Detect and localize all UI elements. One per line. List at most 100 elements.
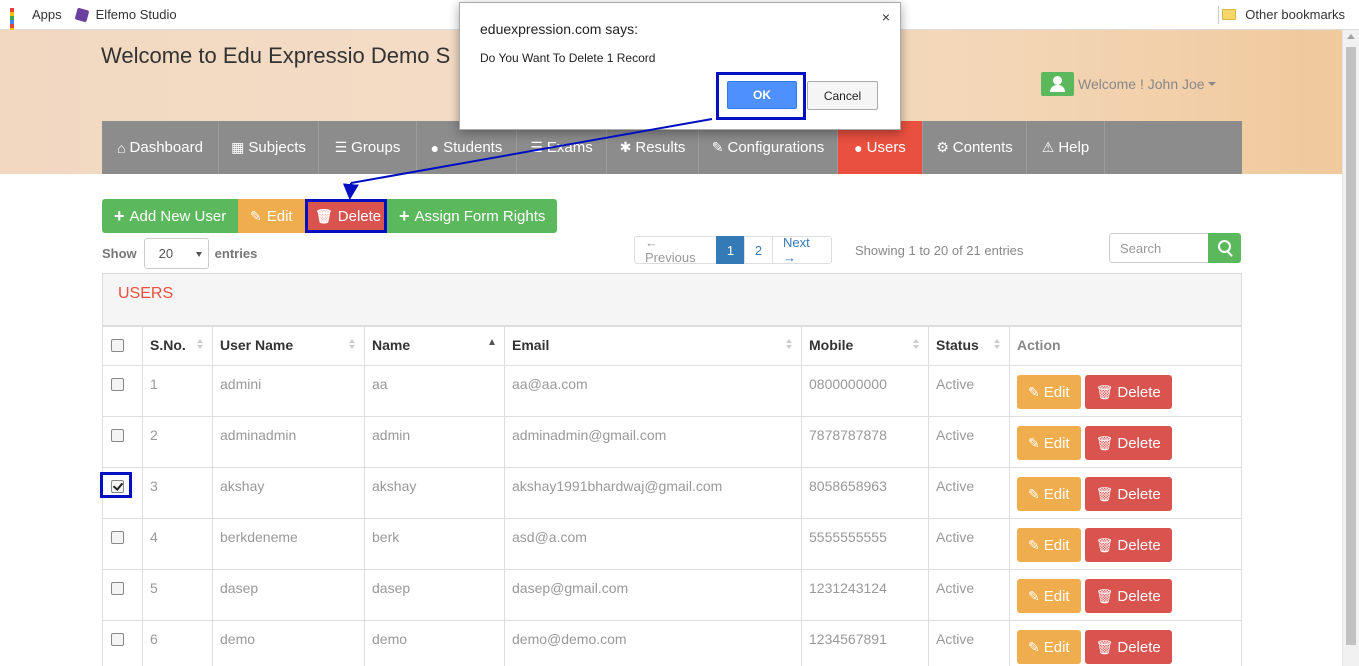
pagination-page-2[interactable]: 2 bbox=[744, 236, 773, 264]
close-icon[interactable]: × bbox=[882, 9, 890, 25]
sort-ascending-icon bbox=[489, 339, 495, 347]
cell-mobile: 7878787878 bbox=[801, 416, 929, 468]
trash-icon: 🗑 bbox=[1095, 383, 1114, 400]
edit-button[interactable]: ✎ Edit bbox=[238, 199, 305, 233]
column-header-sno[interactable]: S.No. bbox=[142, 326, 213, 366]
search-button[interactable] bbox=[1208, 233, 1241, 263]
bookmark-elfemo[interactable]: Elfemo Studio bbox=[74, 7, 177, 22]
list-icon: ☰ bbox=[334, 139, 348, 155]
ok-button[interactable]: OK bbox=[727, 81, 797, 109]
other-bookmarks[interactable]: Other bookmarks bbox=[1222, 7, 1345, 22]
user-icon: ● bbox=[430, 139, 440, 156]
bookmark-label: Apps bbox=[32, 7, 62, 22]
cell-name: berk bbox=[364, 518, 505, 570]
nav-help[interactable]: ⚠ Help bbox=[1027, 121, 1105, 174]
row-delete-button[interactable]: 🗑 Delete bbox=[1084, 375, 1172, 409]
assign-form-rights-button[interactable]: + Assign Form Rights bbox=[387, 199, 557, 233]
table-row: 2 adminadmin admin adminadmin@gmail.com 7878… bbox=[102, 416, 1242, 468]
row-edit-button[interactable]: ✎ Edit bbox=[1017, 528, 1081, 562]
nav-subjects[interactable]: ▦ Subjects bbox=[219, 121, 319, 174]
column-label: Status bbox=[936, 337, 979, 353]
row-checkbox[interactable] bbox=[111, 633, 124, 646]
row-delete-button[interactable]: 🗑 Delete bbox=[1084, 579, 1172, 613]
nav-groups[interactable]: ☰ Groups bbox=[319, 121, 417, 174]
row-checkbox[interactable] bbox=[111, 531, 124, 544]
column-label: Mobile bbox=[809, 337, 854, 353]
delete-button[interactable]: 🗑 Delete bbox=[305, 199, 387, 233]
scroll-up-arrow-icon[interactable] bbox=[1347, 34, 1355, 39]
row-checkbox[interactable] bbox=[111, 429, 124, 442]
row-delete-button[interactable]: 🗑 Delete bbox=[1084, 426, 1172, 460]
user-menu[interactable]: Welcome ! John Joe bbox=[1041, 72, 1216, 96]
row-edit-button[interactable]: ✎ Edit bbox=[1017, 630, 1081, 664]
cell-actions: ✎ Edit 🗑 Delete bbox=[1009, 365, 1242, 417]
page-scrollbar[interactable] bbox=[1342, 30, 1359, 666]
select-all-checkbox[interactable] bbox=[111, 339, 124, 352]
cell-email: adminadmin@gmail.com bbox=[504, 416, 802, 468]
edit-icon: ✎ bbox=[1028, 485, 1040, 502]
nav-label: Contents bbox=[952, 139, 1013, 156]
row-delete-button[interactable]: 🗑 Delete bbox=[1084, 477, 1172, 511]
cell-actions: ✎ Edit 🗑 Delete bbox=[1009, 569, 1242, 621]
row-edit-button[interactable]: ✎ Edit bbox=[1017, 579, 1081, 613]
row-delete-button[interactable]: 🗑 Delete bbox=[1084, 528, 1172, 562]
row-edit-button[interactable]: ✎ Edit bbox=[1017, 375, 1081, 409]
cell-status: Active bbox=[928, 518, 1010, 570]
row-select-cell bbox=[102, 416, 143, 468]
button-label: Edit bbox=[1043, 638, 1070, 656]
cell-username: berkdeneme bbox=[212, 518, 365, 570]
add-user-button[interactable]: + Add New User bbox=[102, 199, 238, 233]
cell-status: Active bbox=[928, 569, 1010, 621]
column-header-username[interactable]: User Name bbox=[212, 326, 365, 366]
pagination-page-1[interactable]: 1 bbox=[716, 236, 745, 264]
cell-username: admini bbox=[212, 365, 365, 417]
warning-icon: ⚠ bbox=[1041, 139, 1055, 155]
row-checkbox[interactable] bbox=[111, 582, 124, 595]
home-icon: ⌂ bbox=[117, 139, 126, 156]
panel-title: USERS bbox=[103, 274, 1241, 326]
button-label: Edit bbox=[266, 207, 293, 225]
pagination-next[interactable]: Next → bbox=[772, 235, 832, 265]
row-edit-button[interactable]: ✎ Edit bbox=[1017, 477, 1081, 511]
trash-icon: 🗑 bbox=[1095, 434, 1114, 451]
button-label: Add New User bbox=[129, 207, 227, 225]
search-input[interactable]: Search bbox=[1109, 233, 1209, 263]
column-header-name[interactable]: Name bbox=[364, 326, 505, 366]
trash-icon: 🗑 bbox=[1095, 485, 1114, 502]
bookmarks-divider bbox=[1218, 6, 1219, 24]
nav-label: Configurations bbox=[727, 139, 825, 156]
column-label: Email bbox=[512, 337, 550, 353]
row-checkbox[interactable] bbox=[111, 378, 124, 391]
cell-sno: 2 bbox=[142, 416, 213, 468]
user-avatar-icon bbox=[1041, 72, 1074, 96]
cell-sno: 5 bbox=[142, 569, 213, 621]
edit-icon: ✎ bbox=[1028, 638, 1040, 655]
nav-dashboard[interactable]: ⌂ Dashboard bbox=[102, 121, 219, 174]
cell-status: Active bbox=[928, 467, 1010, 519]
column-header-status[interactable]: Status bbox=[928, 326, 1010, 366]
bookmark-apps[interactable]: Apps bbox=[10, 7, 62, 44]
asterisk-icon: ✱ bbox=[619, 139, 632, 155]
nav-label: Exams bbox=[546, 139, 593, 156]
nav-contents[interactable]: ⚙ Contents bbox=[923, 121, 1027, 174]
scroll-thumb[interactable] bbox=[1346, 47, 1356, 645]
cell-status: Active bbox=[928, 365, 1010, 417]
elfemo-icon bbox=[74, 7, 89, 22]
grid-icon: ▦ bbox=[231, 139, 245, 155]
row-select-cell bbox=[102, 620, 143, 666]
select-all-header bbox=[102, 326, 143, 366]
nav-label: Dashboard bbox=[129, 139, 203, 156]
row-delete-button[interactable]: 🗑 Delete bbox=[1084, 630, 1172, 664]
nav-label: Subjects bbox=[248, 139, 306, 156]
sort-icon bbox=[913, 339, 919, 349]
page-length-select[interactable]: 20 bbox=[143, 238, 209, 269]
column-header-mobile[interactable]: Mobile bbox=[801, 326, 929, 366]
row-edit-button[interactable]: ✎ Edit bbox=[1017, 426, 1081, 460]
column-header-email[interactable]: Email bbox=[504, 326, 802, 366]
pagination-previous[interactable]: ← Previous bbox=[634, 235, 717, 265]
cancel-button[interactable]: Cancel bbox=[807, 81, 878, 110]
button-label: Edit bbox=[1043, 485, 1070, 503]
table-row: 6 demo demo demo@demo.com 1234567891 Active ✎ E… bbox=[102, 620, 1242, 666]
users-panel: USERS S.No. User Name Name Email Mobile … bbox=[102, 273, 1242, 666]
cell-mobile: 0800000000 bbox=[801, 365, 929, 417]
